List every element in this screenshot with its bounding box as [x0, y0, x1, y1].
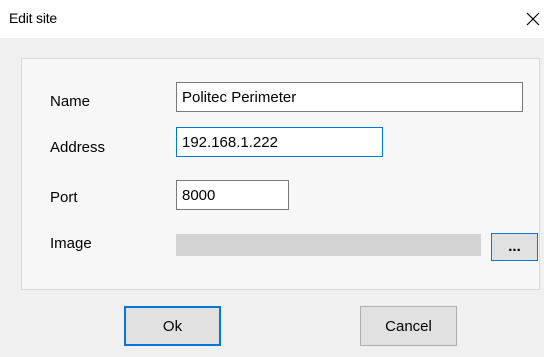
address-input[interactable]: [176, 127, 383, 157]
address-label: Address: [50, 139, 106, 156]
browse-image-button[interactable]: ...: [491, 233, 538, 261]
dialog-title: Edit site: [9, 10, 57, 26]
edit-site-dialog: Edit site Name Address Port Image ... Ok…: [0, 0, 544, 357]
ok-button[interactable]: Ok: [124, 306, 221, 346]
cancel-button[interactable]: Cancel: [360, 306, 457, 346]
port-label: Port: [50, 189, 78, 206]
name-input[interactable]: [176, 82, 523, 112]
name-label: Name: [50, 93, 91, 110]
close-icon: [526, 12, 540, 26]
image-label: Image: [50, 235, 92, 252]
close-button[interactable]: [522, 6, 544, 32]
image-path-field: [176, 234, 481, 256]
port-input[interactable]: [176, 180, 289, 210]
